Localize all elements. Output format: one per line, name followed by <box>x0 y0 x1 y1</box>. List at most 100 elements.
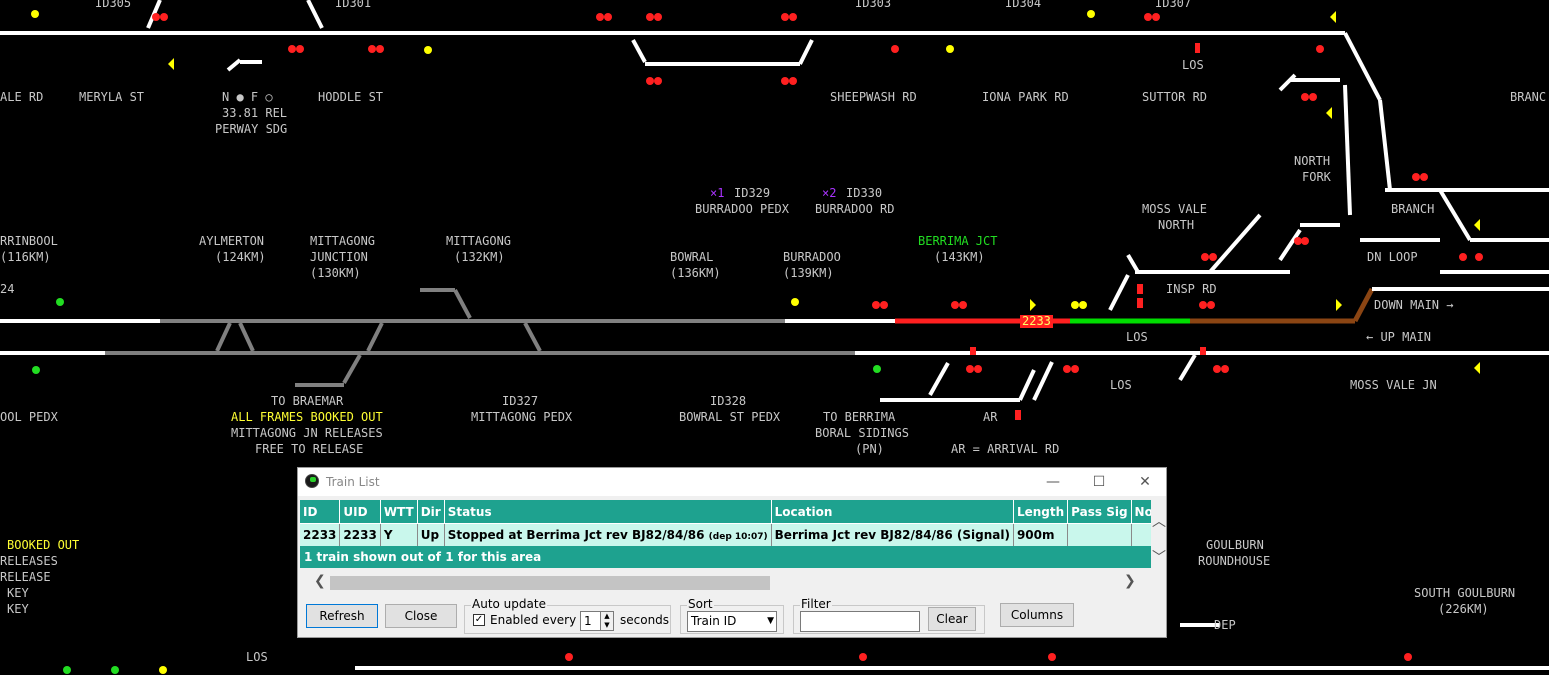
filter-input[interactable] <box>800 611 920 632</box>
station-name: BOWRAL <box>670 250 714 264</box>
horizontal-scrollbar[interactable]: ❮ ❯ <box>312 573 1142 593</box>
goulburn-label: ROUNDHOUSE <box>1198 554 1271 568</box>
road-label: SUTTOR RD <box>1142 90 1208 104</box>
boral-label: BORAL SIDINGS <box>815 426 909 440</box>
id-label: ID328 <box>710 394 747 408</box>
key-label: KEY <box>7 586 29 600</box>
id-label: ID301 <box>335 0 372 10</box>
road-label: ALE RD <box>0 90 44 104</box>
station-name: AYLMERTON <box>199 234 265 248</box>
table-row[interactable]: 2233 2233 Y Up Stopped at Berrima Jct re… <box>300 523 1151 546</box>
road-label: IONA PARK RD <box>982 90 1069 104</box>
north-fork-label: FORK <box>1302 170 1331 184</box>
id-label: ID304 <box>1005 0 1042 10</box>
pedx-marker: ×1 <box>710 186 725 200</box>
auto-update-checkbox[interactable]: ✓ <box>473 614 485 626</box>
vertical-scrollbar[interactable]: ︿ ﹀ <box>1151 511 1166 568</box>
track-number: 24 <box>0 282 15 296</box>
column-header[interactable]: Non-stop Ne <box>1131 500 1151 524</box>
down-main-label: DOWN MAIN → <box>1374 298 1454 312</box>
station-km: (136KM) <box>670 266 721 280</box>
station-sub: JUNCTION <box>310 250 368 264</box>
scroll-right-icon[interactable]: ❯ <box>1124 573 1136 589</box>
cell-wtt: Y <box>380 523 418 546</box>
releases-label: RELEASES <box>0 554 58 568</box>
free-release-label: FREE TO RELEASE <box>255 442 364 456</box>
minimize-button[interactable]: — <box>1030 468 1076 496</box>
station-km: (116KM) <box>0 250 51 264</box>
station-name: BERRIMA JCT <box>918 234 998 248</box>
road-label: BRANC <box>1510 90 1547 104</box>
scroll-up-icon[interactable]: ︿ <box>1152 511 1166 531</box>
column-header[interactable]: Dir <box>417 500 445 524</box>
cell-uid: 2233 <box>339 523 381 546</box>
perway-sdg: PERWAY SDG <box>215 122 288 136</box>
column-header[interactable]: UID <box>339 500 381 524</box>
maximize-button[interactable]: ☐ <box>1076 468 1122 496</box>
sort-select[interactable]: Train ID ▼ <box>687 611 777 632</box>
scroll-left-icon[interactable]: ❮ <box>314 573 326 589</box>
road-label: HODDLE ST <box>318 90 384 104</box>
column-header[interactable]: Status <box>444 500 772 524</box>
close-window-button[interactable]: ✕ <box>1122 468 1168 496</box>
auto-update-label: Enabled every <box>490 613 577 627</box>
id-label: ID329 <box>734 186 771 200</box>
summary-bar: 1 train shown out of 1 for this area <box>300 546 1151 568</box>
perway-rel: 33.81 REL <box>222 106 288 120</box>
window-title: Train List <box>326 475 380 489</box>
pedx-marker: ×2 <box>822 186 837 200</box>
clear-button[interactable]: Clear <box>928 607 976 631</box>
pedx-label: OOL PEDX <box>0 410 58 424</box>
id-label: ID330 <box>846 186 883 200</box>
table-header: ID UID WTT Dir Status Location Length Pa… <box>300 500 1151 524</box>
column-header[interactable]: Location <box>771 500 1014 524</box>
cell-pass-sig <box>1067 523 1132 546</box>
id-label: ID305 <box>95 0 132 10</box>
station-name: BURRADOO <box>783 250 841 264</box>
id-label: ID303 <box>855 0 892 10</box>
train-list-window: Train List — ☐ ✕ ID UID WTT Dir Status L… <box>297 467 1167 638</box>
sort-title: Sort <box>687 597 714 611</box>
station-name: MITTAGONG <box>446 234 512 248</box>
dep-label: DEP <box>1214 618 1236 632</box>
los-label: LOS <box>1126 330 1148 344</box>
to-berrima-label: TO BERRIMA <box>823 410 896 424</box>
train-id-label[interactable]: 2233 <box>1020 315 1053 328</box>
moss-vale-north-label: NORTH <box>1158 218 1195 232</box>
south-goulburn-label: SOUTH GOULBURN <box>1414 586 1516 600</box>
scroll-thumb[interactable] <box>330 576 770 590</box>
perway-nf: N ● F ○ <box>222 90 273 104</box>
crossing-label: BURRADOO PEDX <box>695 202 789 216</box>
title-bar[interactable]: Train List — ☐ ✕ <box>298 468 1166 496</box>
columns-button[interactable]: Columns <box>1000 603 1074 627</box>
south-goulburn-label: (226KM) <box>1438 602 1489 616</box>
interval-stepper[interactable]: ▲ ▼ <box>600 611 614 631</box>
to-braemar-label: TO BRAEMAR <box>271 394 344 408</box>
up-main-label: ← UP MAIN <box>1366 330 1432 344</box>
cell-status: Stopped at Berrima Jct rev BJ82/84/86 (d… <box>444 523 772 546</box>
auto-update-title: Auto update <box>471 597 547 611</box>
mittagong-releases-label: MITTAGONG JN RELEASES <box>231 426 383 440</box>
station-name: RRINBOOL <box>0 234 58 248</box>
filter-title: Filter <box>800 597 832 611</box>
road-label: SHEEPWASH RD <box>830 90 917 104</box>
branch-label: BRANCH <box>1391 202 1435 216</box>
cell-dir: Up <box>417 523 445 546</box>
column-header[interactable]: Pass Sig <box>1067 500 1132 524</box>
app-icon <box>305 474 319 488</box>
crossing-label: BURRADOO RD <box>815 202 895 216</box>
close-button[interactable]: Close <box>385 604 457 628</box>
column-header[interactable]: WTT <box>380 500 418 524</box>
insp-rd-label: INSP RD <box>1166 282 1217 296</box>
column-header[interactable]: ID <box>300 500 341 524</box>
dn-loop-label: DN LOOP <box>1367 250 1418 264</box>
id-label: ID307 <box>1155 0 1192 10</box>
column-header[interactable]: Length <box>1013 500 1069 524</box>
refresh-button[interactable]: Refresh <box>306 604 378 628</box>
los-label: LOS <box>1110 378 1132 392</box>
goulburn-label: GOULBURN <box>1206 538 1264 552</box>
scroll-down-icon[interactable]: ﹀ <box>1152 547 1166 567</box>
cell-location: Berrima Jct rev BJ82/84/86 (Signal) <box>771 523 1014 546</box>
interval-unit: seconds <box>620 613 670 627</box>
station-km: (143KM) <box>934 250 985 264</box>
